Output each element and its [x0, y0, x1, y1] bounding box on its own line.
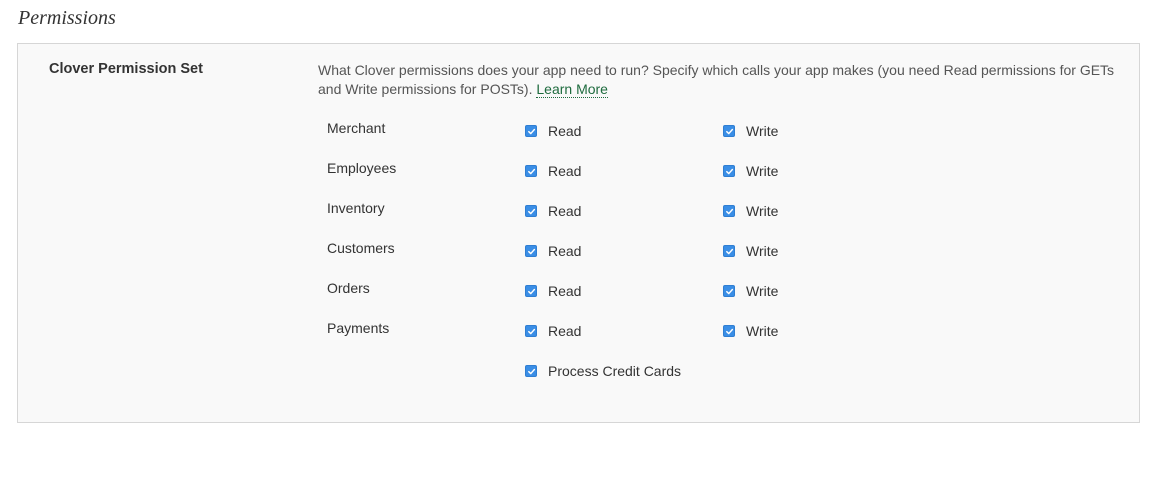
resource-label: Inventory — [327, 200, 385, 216]
resource-label: Employees — [327, 160, 397, 176]
permission-row-orders: Orders Read Write — [18, 279, 1139, 301]
write-label: Write — [746, 323, 779, 339]
check-icon — [725, 248, 733, 254]
read-label: Read — [548, 203, 582, 219]
permission-row-customers: Customers Read Write — [18, 239, 1139, 261]
description-text: What Clover permissions does your app ne… — [318, 62, 1115, 97]
checkbox-checked-icon[interactable] — [723, 325, 735, 337]
checkbox-checked-icon[interactable] — [525, 205, 537, 217]
read-label: Read — [548, 283, 582, 299]
employees-write-checkbox[interactable]: Write — [723, 163, 778, 179]
permission-row-employees: Employees Read Write — [18, 159, 1139, 181]
permission-row-inventory: Inventory Read Write — [18, 199, 1139, 221]
check-icon — [527, 248, 535, 254]
resource-label: Merchant — [327, 120, 386, 136]
customers-read-checkbox[interactable]: Read — [525, 243, 581, 259]
merchant-write-checkbox[interactable]: Write — [723, 123, 778, 139]
learn-more-link[interactable]: Learn More — [536, 81, 608, 98]
inventory-read-checkbox[interactable]: Read — [525, 203, 581, 219]
permission-row-process-credit-cards: Process Credit Cards — [18, 359, 1139, 381]
write-label: Write — [746, 163, 779, 179]
customers-write-checkbox[interactable]: Write — [723, 243, 778, 259]
checkbox-checked-icon[interactable] — [525, 285, 537, 297]
employees-read-checkbox[interactable]: Read — [525, 163, 581, 179]
check-icon — [527, 168, 535, 174]
section-title: Permissions — [18, 7, 116, 29]
permission-row-payments: Payments Read Write — [18, 319, 1139, 341]
check-icon — [725, 208, 733, 214]
read-label: Read — [548, 163, 582, 179]
checkbox-checked-icon[interactable] — [525, 165, 537, 177]
merchant-read-checkbox[interactable]: Read — [525, 123, 581, 139]
write-label: Write — [746, 283, 779, 299]
check-icon — [725, 288, 733, 294]
checkbox-checked-icon[interactable] — [723, 245, 735, 257]
permission-set-label: Clover Permission Set — [49, 61, 203, 77]
checkbox-checked-icon[interactable] — [723, 285, 735, 297]
checkbox-checked-icon[interactable] — [723, 165, 735, 177]
permission-row-merchant: Merchant Read Write — [18, 119, 1139, 141]
permission-panel: Clover Permission Set What Clover permis… — [17, 43, 1140, 423]
checkbox-checked-icon[interactable] — [525, 245, 537, 257]
check-icon — [725, 328, 733, 334]
check-icon — [527, 128, 535, 134]
payments-read-checkbox[interactable]: Read — [525, 323, 581, 339]
checkbox-checked-icon[interactable] — [723, 125, 735, 137]
read-label: Read — [548, 123, 582, 139]
checkbox-checked-icon[interactable] — [723, 205, 735, 217]
read-label: Read — [548, 323, 582, 339]
check-icon — [725, 128, 733, 134]
resource-label: Customers — [327, 240, 395, 256]
inventory-write-checkbox[interactable]: Write — [723, 203, 778, 219]
check-icon — [725, 168, 733, 174]
process-credit-cards-label: Process Credit Cards — [548, 363, 682, 379]
read-label: Read — [548, 243, 582, 259]
resource-label: Payments — [327, 320, 390, 336]
check-icon — [527, 368, 535, 374]
write-label: Write — [746, 123, 779, 139]
write-label: Write — [746, 243, 779, 259]
write-label: Write — [746, 203, 779, 219]
payments-write-checkbox[interactable]: Write — [723, 323, 778, 339]
checkbox-checked-icon[interactable] — [525, 125, 537, 137]
check-icon — [527, 208, 535, 214]
permission-description: What Clover permissions does your app ne… — [318, 61, 1118, 99]
process-credit-cards-checkbox[interactable]: Process Credit Cards — [525, 363, 681, 379]
check-icon — [527, 328, 535, 334]
checkbox-checked-icon[interactable] — [525, 325, 537, 337]
check-icon — [527, 288, 535, 294]
orders-write-checkbox[interactable]: Write — [723, 283, 778, 299]
checkbox-checked-icon[interactable] — [525, 365, 537, 377]
orders-read-checkbox[interactable]: Read — [525, 283, 581, 299]
resource-label: Orders — [327, 280, 370, 296]
